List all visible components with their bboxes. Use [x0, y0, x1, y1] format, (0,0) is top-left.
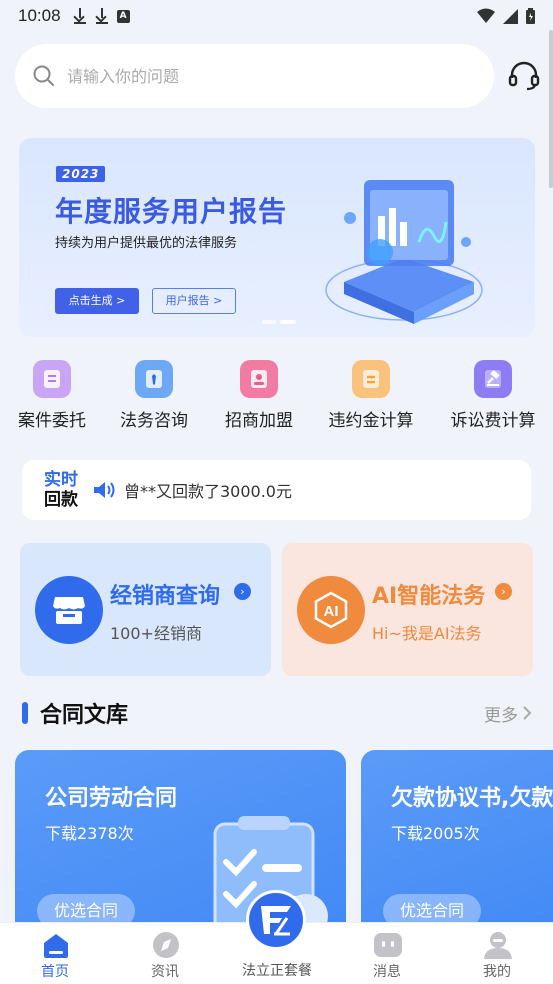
quick-action-label: 违约金计算 [328, 411, 414, 431]
section-accent-bar [22, 702, 28, 724]
ai-icon-text: AI [324, 603, 339, 620]
quick-action-case[interactable]: 案件委托 [17, 356, 87, 431]
tab-label: 消息 [373, 964, 401, 980]
ticker-text: 曾**又回款了3000.0元 [124, 482, 292, 501]
year-badge: 2023 [56, 166, 106, 182]
quick-action-label: 招商加盟 [225, 411, 293, 431]
chevron-right-icon: › [495, 583, 512, 600]
ticker-tag: 实时 回款 [44, 470, 78, 510]
generate-button[interactable]: 点击生成 > [55, 288, 139, 314]
ai-card-title: AI智能法务 [372, 584, 486, 609]
user-icon [484, 932, 512, 959]
ai-card-subtitle: Hi~我是AI法务 [372, 624, 482, 643]
quick-action-penalty-calc[interactable]: 违约金计算 [327, 356, 415, 431]
contract-downloads: 下载2005次 [391, 824, 480, 843]
search-icon [33, 65, 54, 86]
tab-label: 资讯 [151, 964, 179, 980]
search-row [15, 44, 540, 108]
quick-action-franchise[interactable]: 招商加盟 [222, 356, 296, 431]
user-report-button[interactable]: 用户报告 > [152, 288, 236, 314]
message-icon [374, 933, 402, 957]
tab-news[interactable]: 资讯 [110, 923, 220, 984]
ai-icon: AI [297, 576, 365, 644]
tab-profile[interactable]: 我的 [442, 923, 552, 984]
contract-card[interactable]: 欠款协议书,欠款 下载2005次 优选合同 [361, 750, 553, 940]
ai-legal-card[interactable]: AI AI智能法务 › Hi~我是AI法务 [282, 543, 533, 676]
pagination-dot [262, 320, 276, 324]
package-center-button[interactable] [246, 890, 306, 950]
quick-action-label: 法务咨询 [120, 411, 188, 431]
status-time: 10:08 [18, 6, 61, 25]
tab-label: 我的 [483, 964, 511, 980]
headset-icon[interactable] [508, 61, 540, 91]
battery-icon [526, 8, 535, 24]
tab-label[interactable]: 法立正套餐 [222, 960, 332, 980]
tie-icon [135, 360, 173, 398]
ticker-tag-line2: 回款 [44, 490, 78, 510]
repayment-ticker[interactable]: 实时 回款 曾**又回款了3000.0元 [22, 460, 531, 520]
status-bar: 10:08 A [0, 0, 553, 32]
more-link[interactable]: 更多 [484, 701, 532, 726]
brand-logo-icon [261, 906, 291, 936]
compass-icon [153, 932, 179, 958]
tab-messages[interactable]: 消息 [332, 923, 442, 984]
download-icon [95, 8, 109, 24]
home-icon [44, 934, 68, 958]
contract-title: 欠款协议书,欠款 [391, 786, 553, 811]
quick-action-label: 案件委托 [18, 411, 86, 431]
chevron-right-icon [523, 706, 532, 720]
quick-action-litigation-calc[interactable]: 诉讼费计算 [448, 356, 538, 431]
search-input[interactable] [67, 66, 447, 86]
banner-pagination [262, 320, 296, 324]
chevron-right-icon: › [234, 583, 251, 600]
banner-subtitle: 持续为用户提供最优的法律服务 [55, 236, 238, 251]
banner-title: 年度服务用户报告 [55, 195, 288, 228]
report-banner[interactable]: 2023 年度服务用户报告 持续为用户提供最优的法律服务 点击生成 > 用户报告… [19, 138, 535, 337]
quick-actions: 案件委托 法务咨询 招商加盟 违约金计算 诉讼费计算 [0, 356, 553, 436]
more-label: 更多 [484, 705, 518, 726]
person-card-icon [240, 360, 278, 398]
quick-action-label: 诉讼费计算 [450, 411, 536, 431]
tab-home[interactable]: 首页 [0, 923, 110, 984]
store-icon [35, 576, 103, 644]
wifi-icon [477, 8, 495, 23]
gavel-icon [474, 360, 512, 398]
dealer-card-subtitle: 100+经销商 [110, 624, 202, 643]
search-box[interactable] [15, 44, 494, 108]
signal-icon [503, 8, 518, 24]
contract-library-header: 合同文库 更多 [22, 696, 532, 730]
scrollbar[interactable] [549, 30, 553, 188]
contract-title: 公司劳动合同 [45, 786, 178, 811]
speaker-icon [94, 482, 115, 498]
quick-action-consult[interactable]: 法务咨询 [118, 356, 190, 431]
tab-label: 首页 [41, 964, 69, 980]
contract-downloads: 下载2378次 [45, 824, 134, 843]
document-icon [33, 360, 71, 398]
section-title: 合同文库 [40, 703, 129, 728]
dealer-query-card[interactable]: 经销商查询 › 100+经销商 [20, 543, 271, 676]
calculator-icon [352, 360, 390, 398]
report-illustration-icon [325, 180, 483, 324]
download-icon [73, 8, 87, 24]
a-icon: A [116, 9, 130, 23]
ticker-tag-line1: 实时 [44, 470, 78, 490]
dealer-card-title: 经销商查询 [110, 584, 221, 609]
pagination-dot-active [280, 320, 296, 324]
